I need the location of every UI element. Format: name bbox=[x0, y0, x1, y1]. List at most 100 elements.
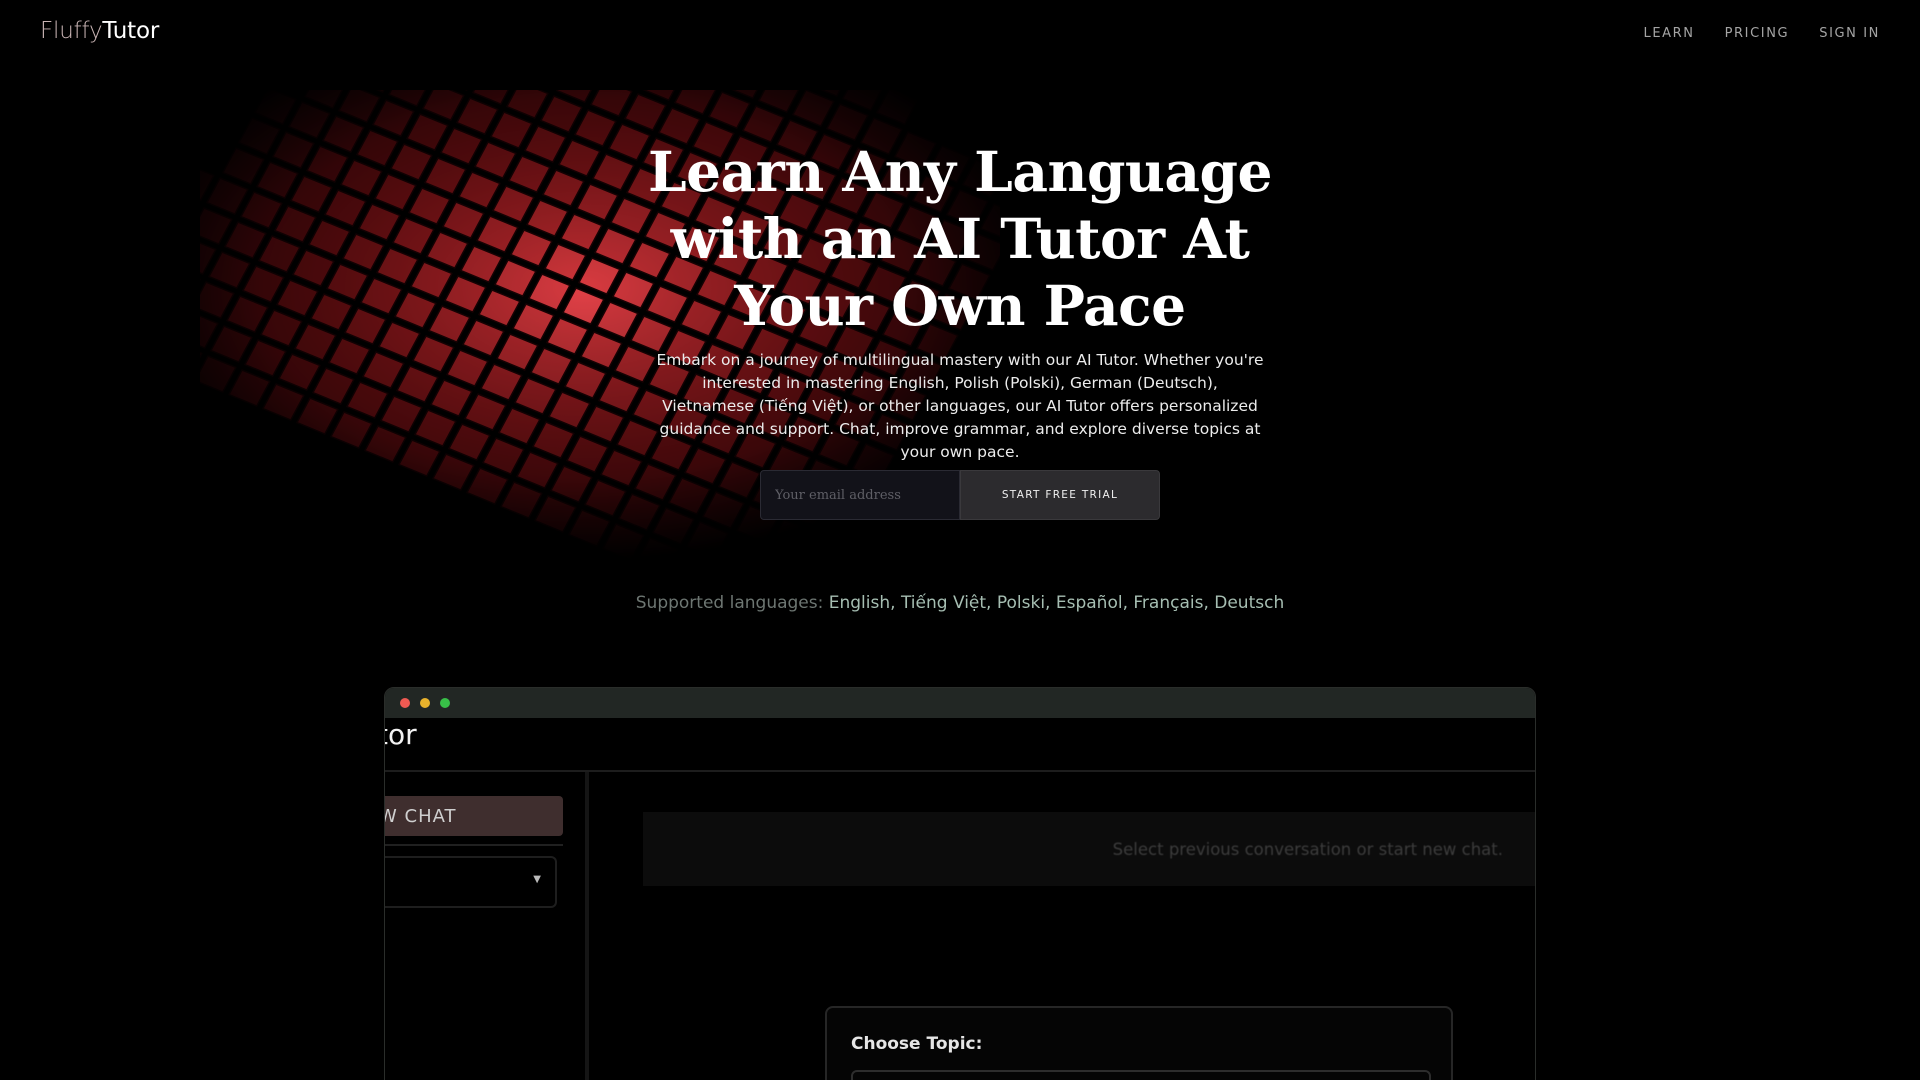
language-select: ▼ bbox=[385, 856, 557, 908]
decorative-tile bbox=[526, 199, 569, 237]
decorative-tile bbox=[200, 207, 233, 245]
decorative-tile bbox=[446, 349, 489, 387]
decorative-tile bbox=[424, 157, 467, 195]
decorative-tile bbox=[558, 139, 601, 177]
decorative-tile bbox=[244, 339, 287, 377]
decorative-tile bbox=[528, 273, 571, 311]
decorative-tile bbox=[376, 247, 419, 285]
landing-page: FluffyTutor LEARN PRICING SIGN IN Learn … bbox=[0, 0, 1920, 1080]
fluffytutor-logo[interactable]: FluffyTutor bbox=[40, 18, 159, 44]
decorative-tile bbox=[494, 259, 537, 297]
decorative-tile bbox=[444, 275, 487, 313]
decorative-tile bbox=[826, 103, 869, 141]
decorative-tile bbox=[308, 219, 351, 257]
decorative-tile bbox=[506, 90, 549, 119]
browser-titlebar bbox=[385, 688, 1535, 718]
decorative-tile bbox=[584, 479, 627, 517]
decorative-tile bbox=[360, 277, 403, 315]
decorative-tile bbox=[637, 537, 679, 560]
nav-pricing-link[interactable]: PRICING bbox=[1725, 26, 1790, 41]
caret-down-icon: ▼ bbox=[533, 874, 541, 885]
decorative-tile bbox=[550, 465, 593, 503]
decorative-tile bbox=[410, 261, 453, 299]
decorative-tile bbox=[362, 351, 405, 389]
decorative-tile bbox=[392, 217, 435, 255]
decorative-tile bbox=[758, 90, 800, 113]
decorative-tile bbox=[742, 105, 785, 143]
decorative-tile bbox=[292, 249, 335, 287]
decorative-tile bbox=[296, 397, 339, 435]
conversation-banner-text: Select previous conversation or start ne… bbox=[1112, 839, 1503, 859]
decorative-tile bbox=[562, 287, 605, 325]
decorative-tile bbox=[262, 383, 305, 421]
decorative-tile bbox=[324, 189, 367, 227]
decorative-tile bbox=[448, 423, 491, 461]
decorative-tile bbox=[208, 251, 251, 289]
decorative-tile bbox=[634, 463, 677, 501]
conversation-banner: Select previous conversation or start ne… bbox=[643, 812, 1535, 886]
minimize-dot-icon bbox=[420, 698, 430, 708]
decorative-tile bbox=[342, 233, 385, 271]
decorative-tile bbox=[322, 115, 365, 153]
decorative-tile bbox=[702, 491, 745, 529]
decorative-tile bbox=[542, 169, 585, 207]
decorative-tile bbox=[496, 333, 539, 371]
nav-sign-in-link[interactable]: SIGN IN bbox=[1819, 26, 1880, 41]
decorative-tile bbox=[820, 90, 841, 97]
decorative-tile bbox=[238, 117, 281, 155]
decorative-tile bbox=[490, 111, 533, 149]
decorative-tile bbox=[792, 90, 835, 127]
decorative-tile bbox=[510, 229, 553, 267]
nav-learn-link[interactable]: LEARN bbox=[1643, 26, 1694, 41]
decorative-tile bbox=[374, 173, 417, 211]
decorative-tile bbox=[674, 90, 717, 115]
decorative-tile bbox=[466, 467, 509, 505]
decorative-tile bbox=[566, 435, 609, 473]
decorative-tile bbox=[278, 353, 321, 391]
decorative-tile bbox=[378, 321, 421, 359]
decorative-tile bbox=[274, 205, 317, 243]
decorative-tile bbox=[254, 90, 297, 125]
decorative-tile bbox=[260, 309, 303, 347]
decorative-tile bbox=[326, 263, 369, 301]
decorative-tile bbox=[456, 97, 499, 135]
hero-title: Learn Any Language with an AI Tutor At Y… bbox=[647, 139, 1273, 338]
decorative-tile bbox=[602, 523, 645, 560]
maximize-dot-icon bbox=[440, 698, 450, 708]
decorative-tile bbox=[380, 395, 423, 433]
decorative-tile bbox=[294, 323, 337, 361]
hero-subtitle: Embark on a journey of multilingual mast… bbox=[656, 351, 1264, 461]
decorative-tile bbox=[394, 291, 437, 329]
close-dot-icon bbox=[400, 698, 410, 708]
decorative-tile bbox=[708, 91, 751, 129]
decorative-tile bbox=[478, 289, 521, 327]
decorative-tile bbox=[200, 281, 235, 319]
sidebar-divider bbox=[385, 844, 563, 846]
decorative-tile bbox=[412, 335, 455, 373]
top-nav: LEARN PRICING SIGN IN bbox=[1643, 26, 1880, 41]
decorative-tile bbox=[508, 155, 551, 193]
decorative-tile bbox=[430, 379, 473, 417]
decorative-tile bbox=[306, 145, 349, 183]
email-input[interactable] bbox=[760, 470, 960, 520]
preview-app-title: tor bbox=[385, 718, 417, 751]
decorative-tile bbox=[462, 319, 505, 357]
choose-topic-card: Choose Topic: bbox=[825, 1006, 1453, 1080]
decorative-tile bbox=[210, 325, 253, 363]
decorative-tile bbox=[516, 451, 559, 489]
decorative-tile bbox=[618, 493, 661, 531]
decorative-tile bbox=[598, 375, 641, 413]
decorative-tile bbox=[258, 235, 301, 273]
decorative-tile bbox=[464, 393, 507, 431]
decorative-tile bbox=[524, 125, 567, 163]
decorative-tile bbox=[514, 377, 557, 415]
decorative-tile bbox=[652, 507, 695, 545]
decorative-tile bbox=[482, 437, 525, 475]
supported-languages-label: Supported languages: bbox=[635, 593, 824, 613]
supported-languages-list: English, Tiếng Việt, Polski, Español, Fr… bbox=[828, 593, 1285, 613]
decorative-tile bbox=[492, 185, 535, 223]
start-free-trial-button[interactable]: START FREE TRIAL bbox=[960, 470, 1160, 520]
decorative-tile bbox=[876, 90, 919, 125]
decorative-tile bbox=[330, 411, 373, 449]
decorative-tile bbox=[310, 293, 353, 331]
